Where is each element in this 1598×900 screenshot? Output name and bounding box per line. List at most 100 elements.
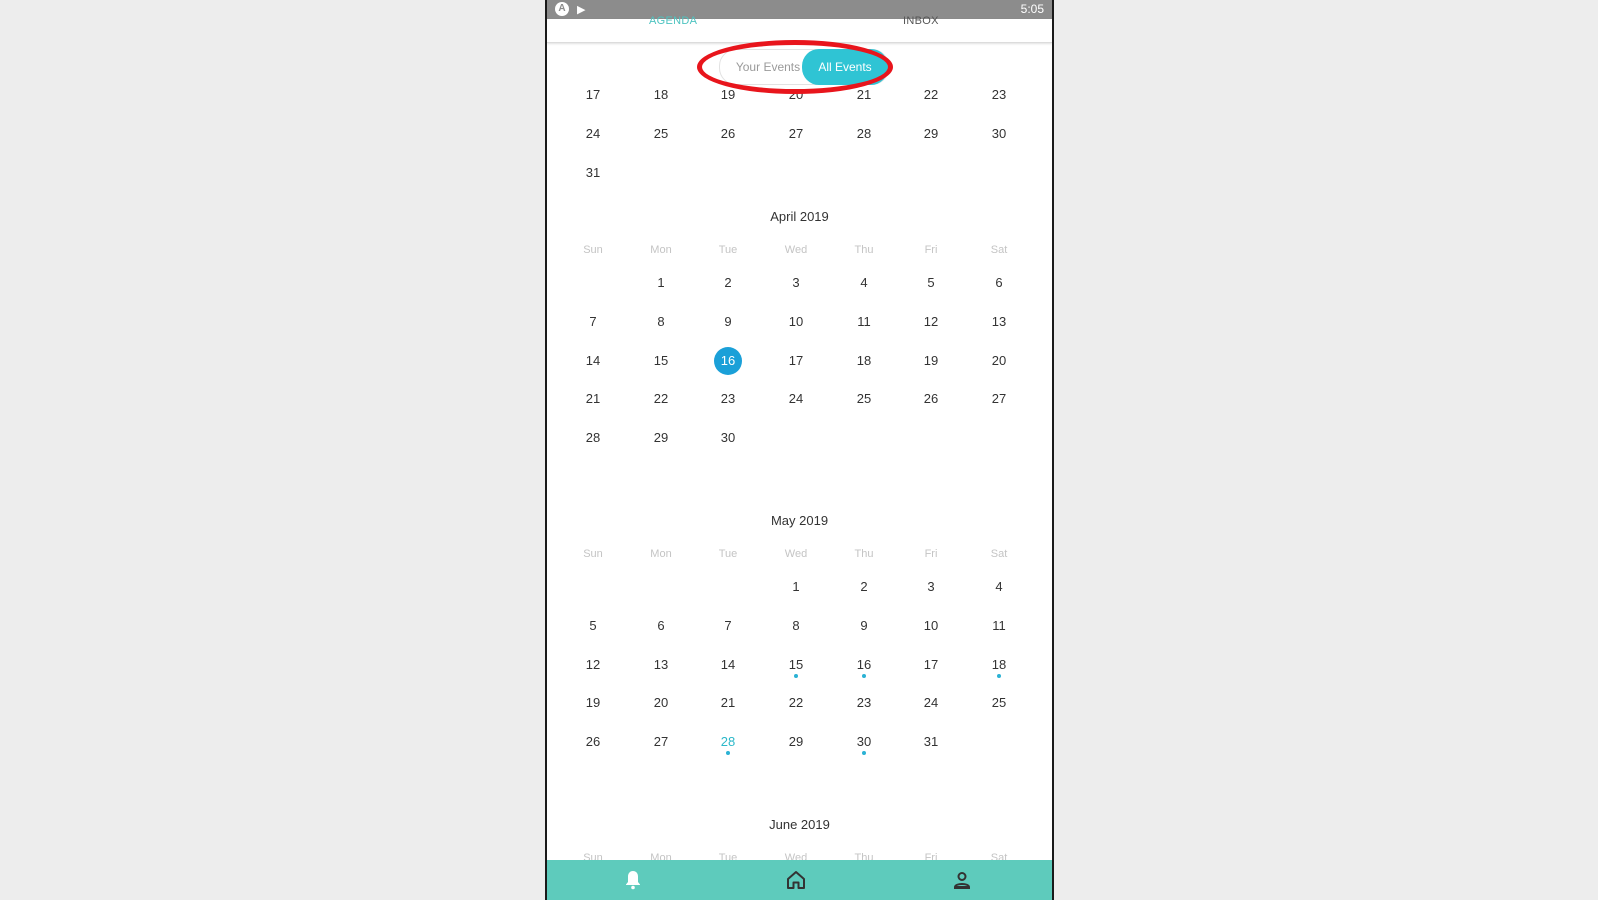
calendar-day[interactable]: 28 (579, 424, 607, 452)
calendar-day[interactable]: 28 (714, 728, 742, 756)
calendar-day[interactable]: 15 (647, 347, 675, 375)
calendar-day[interactable]: 13 (647, 651, 675, 679)
top-tab-bar: AGENDA INBOX (547, 15, 1052, 43)
calendar-day[interactable]: 9 (850, 612, 878, 640)
calendar-day[interactable]: 24 (579, 120, 607, 148)
calendar-day[interactable]: 26 (714, 120, 742, 148)
calendar-day[interactable]: 11 (985, 612, 1013, 640)
calendar-day[interactable]: 19 (579, 689, 607, 717)
calendar-day[interactable]: 3 (782, 269, 810, 297)
calendar-day[interactable]: 9 (714, 308, 742, 336)
app-notification-icon: A (555, 2, 569, 16)
calendar-day[interactable]: 16 (714, 346, 742, 375)
calendar-day[interactable]: 7 (714, 612, 742, 640)
bell-icon[interactable] (621, 868, 645, 892)
calendar-day[interactable]: 29 (647, 424, 675, 452)
calendar-day[interactable]: 31 (579, 159, 607, 187)
calendar-day[interactable]: 12 (917, 308, 945, 336)
calendar-day[interactable]: 5 (579, 612, 607, 640)
calendar-day[interactable]: 14 (714, 651, 742, 679)
calendar-day[interactable]: 27 (782, 120, 810, 148)
month-title-april: April 2019 (770, 209, 829, 224)
calendar-day[interactable]: 17 (579, 81, 607, 109)
calendar-day[interactable]: 5 (917, 269, 945, 297)
calendar-day[interactable]: 4 (985, 573, 1013, 601)
calendar-day[interactable]: 17 (917, 651, 945, 679)
calendar-day[interactable]: 1 (782, 573, 810, 601)
calendar-day[interactable]: 25 (647, 120, 675, 148)
calendar-day[interactable]: 29 (917, 120, 945, 148)
weekday-label: Mon (650, 548, 672, 560)
weekday-label: Sat (990, 244, 1008, 256)
weekday-label: Wed (784, 244, 808, 256)
calendar-day[interactable]: 24 (782, 385, 810, 413)
all-events-option[interactable]: All Events (802, 49, 888, 85)
calendar-day[interactable]: 8 (647, 308, 675, 336)
tab-inbox[interactable]: INBOX (903, 15, 939, 27)
month-title-june: June 2019 (769, 817, 830, 832)
calendar-day[interactable]: 22 (917, 81, 945, 109)
calendar-day[interactable]: 6 (647, 612, 675, 640)
calendar-day[interactable]: 7 (579, 308, 607, 336)
calendar-day[interactable]: 10 (782, 308, 810, 336)
calendar-day[interactable]: 23 (985, 81, 1013, 109)
calendar-day[interactable]: 27 (985, 385, 1013, 413)
calendar-day[interactable]: 18 (647, 81, 675, 109)
calendar-day[interactable]: 17 (782, 347, 810, 375)
calendar-day[interactable]: 23 (714, 385, 742, 413)
calendar-day[interactable]: 23 (850, 689, 878, 717)
calendar-day[interactable]: 14 (579, 347, 607, 375)
calendar-day[interactable]: 12 (579, 651, 607, 679)
calendar-day[interactable]: 10 (917, 612, 945, 640)
weekday-label: Sun (583, 244, 603, 256)
calendar-day[interactable]: 16 (850, 651, 878, 679)
calendar-day[interactable]: 20 (782, 81, 810, 109)
calendar-day[interactable]: 21 (850, 81, 878, 109)
calendar-day[interactable]: 29 (782, 728, 810, 756)
weekday-label: Sun (583, 548, 603, 560)
calendar-day[interactable]: 25 (850, 385, 878, 413)
calendar-day[interactable]: 1 (647, 269, 675, 297)
calendar-day[interactable]: 15 (782, 651, 810, 679)
calendar-day[interactable]: 13 (985, 308, 1013, 336)
weekday-label: Fri (924, 244, 938, 256)
month-title-may: May 2019 (770, 513, 829, 528)
calendar-day[interactable]: 25 (985, 689, 1013, 717)
calendar-day[interactable]: 24 (917, 689, 945, 717)
calendar-day[interactable]: 27 (647, 728, 675, 756)
calendar-day[interactable]: 22 (782, 689, 810, 717)
calendar-day[interactable]: 21 (579, 385, 607, 413)
calendar-day[interactable]: 18 (850, 347, 878, 375)
calendar-day[interactable]: 26 (917, 385, 945, 413)
weekday-label: Tue (718, 244, 738, 256)
weekday-label: Thu (854, 244, 874, 256)
calendar-day[interactable]: 4 (850, 269, 878, 297)
event-dot (794, 673, 798, 678)
calendar-day[interactable]: 30 (985, 120, 1013, 148)
calendar-day[interactable]: 26 (579, 728, 607, 756)
calendar-day[interactable]: 30 (714, 424, 742, 452)
calendar-day[interactable]: 18 (985, 651, 1013, 679)
calendar-day[interactable]: 20 (985, 347, 1013, 375)
calendar-day[interactable]: 6 (985, 269, 1013, 297)
calendar-day[interactable]: 19 (714, 81, 742, 109)
calendar-day[interactable]: 21 (714, 689, 742, 717)
person-icon[interactable] (950, 868, 974, 892)
calendar-day[interactable]: 20 (647, 689, 675, 717)
tab-agenda[interactable]: AGENDA (649, 15, 697, 27)
calendar-day[interactable]: 31 (917, 728, 945, 756)
calendar-day[interactable]: 8 (782, 612, 810, 640)
calendar-day[interactable]: 2 (714, 269, 742, 297)
weekday-label: Wed (784, 548, 808, 560)
calendar-day[interactable]: 19 (917, 347, 945, 375)
your-events-option[interactable]: Your Events (726, 50, 810, 84)
calendar-day[interactable]: 3 (917, 573, 945, 601)
weekday-label: Tue (718, 548, 738, 560)
home-icon[interactable] (784, 868, 808, 892)
calendar-day[interactable]: 2 (850, 573, 878, 601)
calendar-day[interactable]: 11 (850, 308, 878, 336)
calendar-day[interactable]: 30 (850, 728, 878, 756)
calendar-day[interactable]: 28 (850, 120, 878, 148)
calendar-day[interactable]: 22 (647, 385, 675, 413)
event-dot (997, 673, 1001, 678)
